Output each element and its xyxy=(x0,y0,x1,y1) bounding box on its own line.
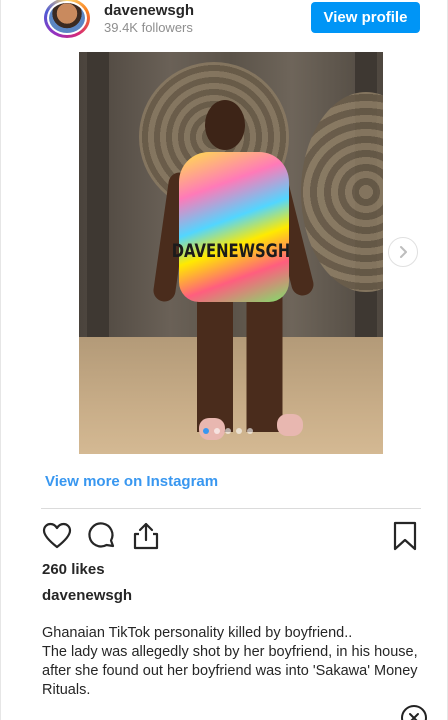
divider xyxy=(41,508,421,509)
post-header: davenewsgh 39.4K followers View profile xyxy=(1,0,448,42)
carousel-dot xyxy=(225,428,231,434)
view-profile-button[interactable]: View profile xyxy=(311,2,420,33)
speech-bubble-icon[interactable] xyxy=(86,520,118,552)
bookmark-icon[interactable] xyxy=(389,520,421,552)
caption-line: Ghanaian TikTok personality killed by bo… xyxy=(42,625,353,641)
carousel-dot xyxy=(247,428,253,434)
action-bar xyxy=(41,520,421,552)
carousel-indicator xyxy=(203,428,253,436)
like-count[interactable]: 260 likes xyxy=(42,561,105,578)
avatar[interactable] xyxy=(44,0,90,38)
post-image[interactable]: DAVENEWSGH xyxy=(79,52,383,454)
person-figure xyxy=(179,152,289,302)
username[interactable]: davenewsgh xyxy=(104,2,194,19)
instagram-embed: davenewsgh 39.4K followers View profile … xyxy=(0,0,448,720)
chevron-right-icon[interactable] xyxy=(388,237,418,267)
follower-count: 39.4K followers xyxy=(104,20,193,35)
post-caption: Ghanaian TikTok personality killed by bo… xyxy=(42,624,427,700)
carousel-dot xyxy=(203,428,209,434)
close-icon[interactable] xyxy=(401,705,427,720)
share-upload-icon[interactable] xyxy=(130,520,162,552)
image-watermark: DAVENEWSGH xyxy=(171,240,291,262)
carousel-dot xyxy=(236,428,242,434)
caption-line: The lady was allegedly shot by her boyfr… xyxy=(42,644,418,698)
view-more-link[interactable]: View more on Instagram xyxy=(45,473,218,490)
heart-outline-icon[interactable] xyxy=(41,520,73,552)
caption-username[interactable]: davenewsgh xyxy=(42,587,132,604)
carousel-dot xyxy=(214,428,220,434)
